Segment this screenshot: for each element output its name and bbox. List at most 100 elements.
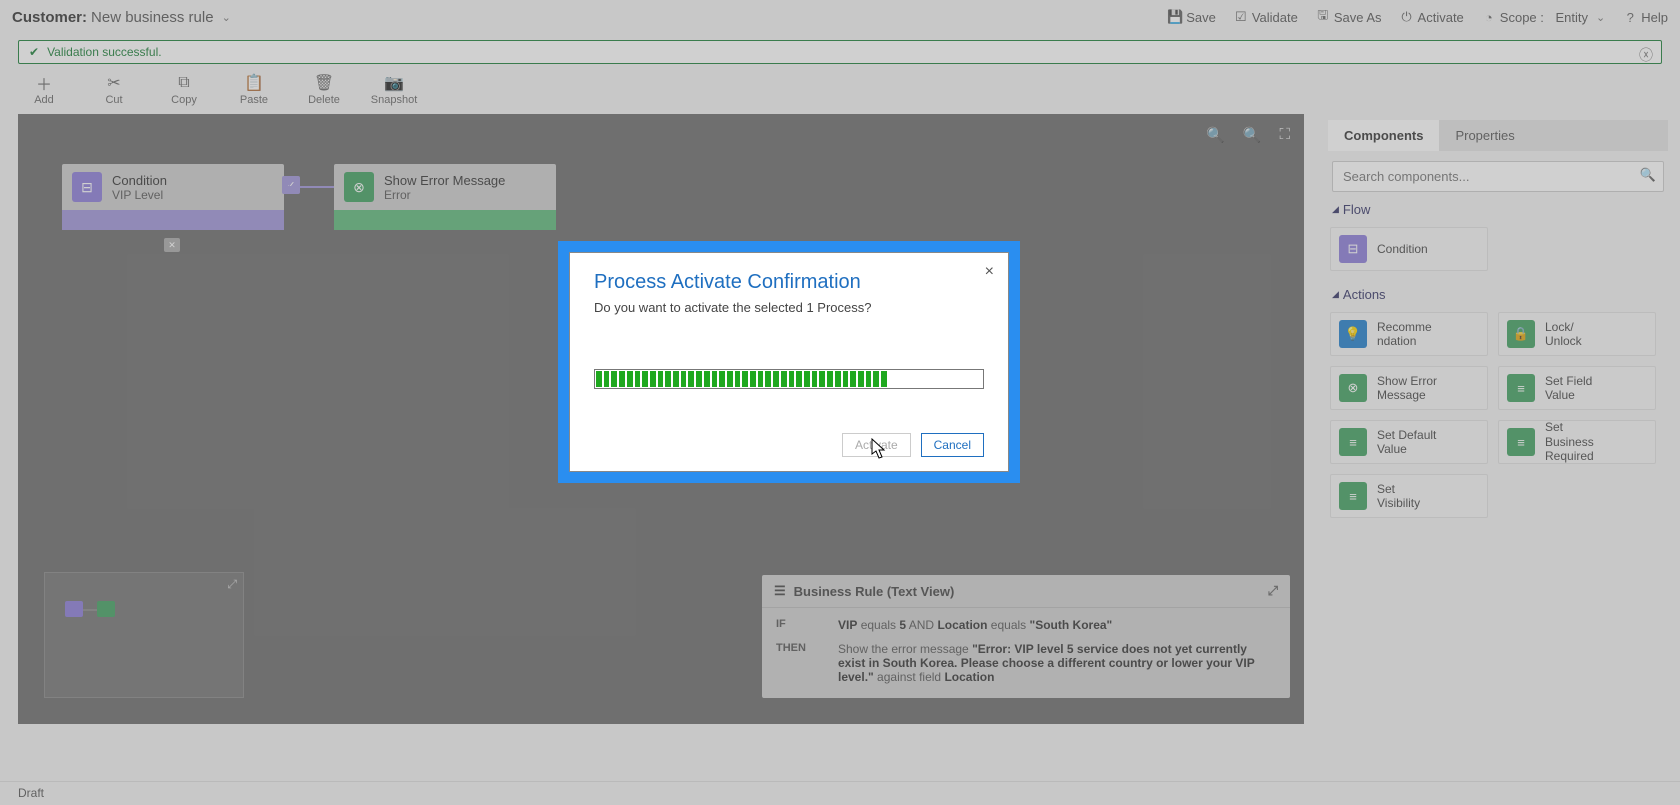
right-panel: Components Properties 🔍 Flow ⊟Condition … — [1322, 114, 1680, 724]
dialog-cancel-button[interactable]: Cancel — [921, 433, 984, 457]
search-components: 🔍 — [1332, 161, 1664, 192]
check-icon: ✔ — [29, 45, 39, 59]
paste-button[interactable]: 📋Paste — [232, 74, 276, 106]
default-icon: ≡ — [1339, 428, 1367, 456]
component-label: SetVisibility — [1377, 482, 1420, 511]
cut-button[interactable]: ✂ Cut — [92, 74, 136, 106]
cut-icon: ✂ — [107, 74, 120, 92]
section-actions[interactable]: Actions — [1332, 287, 1664, 302]
minimap-node — [65, 601, 83, 617]
save-icon: 💾 — [1168, 10, 1182, 24]
tab-properties[interactable]: Properties — [1439, 120, 1530, 151]
help-label: Help — [1641, 10, 1668, 25]
panel-tabs: Components Properties — [1328, 120, 1668, 151]
cut-label: Cut — [105, 94, 122, 106]
check-icon: ✓ — [282, 176, 300, 194]
delete-icon: 🗑 — [314, 74, 334, 92]
add-button[interactable]: ＋ Add — [22, 74, 66, 106]
top-actions: 💾Save ☑ Validate 🖫 Save As ⏻Activate ◔ Scop… — [1168, 10, 1668, 25]
condition-icon: ⊟ — [72, 172, 102, 202]
section-label: Flow — [1343, 202, 1370, 217]
breadcrumb[interactable]: Customer: New business rule ⌄ — [12, 9, 231, 26]
validate-icon: ☑ — [1234, 10, 1248, 24]
zoom-out-icon[interactable]: 🔍 — [1243, 126, 1262, 144]
chevron-down-icon: ⌄ — [1596, 11, 1605, 24]
scope-dropdown[interactable]: ◔ Scope : Entity ⌄ — [1482, 10, 1605, 25]
activate-icon: ⏻ — [1400, 10, 1414, 24]
save-button[interactable]: 💾Save — [1168, 10, 1216, 25]
search-input[interactable] — [1332, 161, 1664, 192]
snapshot-label: Snapshot — [371, 94, 417, 106]
delete-button[interactable]: 🗑Delete — [302, 74, 346, 106]
condition-node[interactable]: ⊟ Condition VIP Level — [62, 164, 284, 230]
progress-bar — [594, 369, 984, 389]
search-icon[interactable]: 🔍 — [1640, 167, 1656, 183]
close-icon[interactable]: × — [985, 263, 994, 281]
activate-dialog: × Process Activate Confirmation Do you w… — [558, 241, 1020, 483]
minimap-node — [97, 601, 115, 617]
text-view-panel: ☰ Business Rule (Text View) ⤢ IF VIP equ… — [762, 575, 1290, 698]
condition-icon: ⊟ — [1339, 235, 1367, 263]
scope-value: Entity — [1556, 10, 1589, 25]
cursor-pointer-icon — [869, 438, 887, 460]
expand-icon[interactable]: ⤢ — [1268, 583, 1278, 599]
dialog-message: Do you want to activate the selected 1 P… — [594, 300, 984, 315]
field-icon: ≡ — [1507, 374, 1535, 402]
save-as-label: Save As — [1334, 10, 1382, 25]
component-label: Condition — [1377, 242, 1428, 256]
snapshot-button[interactable]: 📷Snapshot — [372, 74, 416, 106]
save-as-button[interactable]: 🖫 Save As — [1316, 10, 1382, 25]
scope-icon: ◔ — [1482, 10, 1496, 24]
component-lock-unlock[interactable]: 🔒Lock/Unlock — [1498, 312, 1656, 356]
validation-message: Validation successful. — [47, 45, 162, 59]
save-as-icon: 🖫 — [1316, 10, 1330, 24]
close-icon[interactable]: ⓧ — [1639, 45, 1653, 65]
zoom-in-icon[interactable]: 🔍 — [1206, 126, 1225, 144]
component-label: SetBusinessRequired — [1545, 420, 1594, 463]
add-label: Add — [34, 94, 54, 106]
component-set-field[interactable]: ≡Set FieldValue — [1498, 366, 1656, 410]
error-icon: ⊗ — [344, 172, 374, 202]
canvas-controls: 🔍 🔍 ⛶ — [1206, 126, 1290, 144]
text-view-icon: ☰ — [774, 583, 786, 599]
component-recommendation[interactable]: 💡Recommendation — [1330, 312, 1488, 356]
lock-icon: 🔒 — [1507, 320, 1535, 348]
activate-button[interactable]: ⏻Activate — [1400, 10, 1464, 25]
paste-label: Paste — [240, 94, 268, 106]
component-set-visibility[interactable]: ≡SetVisibility — [1330, 474, 1488, 518]
copy-button[interactable]: ⧉ Copy — [162, 74, 206, 106]
required-icon: ≡ — [1507, 428, 1535, 456]
then-expression: Show the error message "Error: VIP level… — [838, 642, 1276, 684]
status-bar: Draft — [0, 781, 1680, 805]
validate-label: Validate — [1252, 10, 1298, 25]
breadcrumb-entity: Customer: — [12, 9, 87, 26]
copy-icon: ⧉ — [178, 74, 189, 92]
plus-icon: ＋ — [36, 74, 52, 92]
tab-components[interactable]: Components — [1328, 120, 1439, 151]
section-label: Actions — [1343, 287, 1386, 302]
component-condition[interactable]: ⊟ Condition — [1330, 227, 1488, 271]
component-show-error[interactable]: ⊗Show ErrorMessage — [1330, 366, 1488, 410]
component-set-default[interactable]: ≡Set DefaultValue — [1330, 420, 1488, 464]
status-text: Draft — [18, 786, 44, 800]
help-button[interactable]: ? Help — [1623, 10, 1668, 25]
section-flow[interactable]: Flow — [1332, 202, 1664, 217]
validate-button[interactable]: ☑ Validate — [1234, 10, 1298, 25]
node-subtitle: Error — [384, 188, 505, 202]
show-error-node[interactable]: ⊗ Show Error Message Error — [334, 164, 556, 230]
bulb-icon: 💡 — [1339, 320, 1367, 348]
scope-label: Scope : — [1500, 10, 1544, 25]
top-bar: Customer: New business rule ⌄ 💾Save ☑ Val… — [0, 0, 1680, 34]
expand-icon[interactable]: ⤢ — [227, 577, 237, 592]
help-icon: ? — [1623, 10, 1637, 24]
validation-banner: ✔ Validation successful. ⓧ — [18, 40, 1662, 64]
if-expression: VIP equals 5 AND Location equals "South … — [838, 618, 1276, 632]
connector-line — [284, 186, 334, 188]
fit-screen-icon[interactable]: ⛶ — [1279, 126, 1290, 144]
close-icon[interactable]: ✕ — [164, 238, 180, 252]
dialog-title: Process Activate Confirmation — [594, 271, 984, 294]
component-set-required[interactable]: ≡ SetBusinessRequired — [1498, 420, 1656, 464]
minimap[interactable]: ⤢ — [44, 572, 244, 698]
component-label: Show ErrorMessage — [1377, 374, 1437, 403]
copy-label: Copy — [171, 94, 197, 106]
